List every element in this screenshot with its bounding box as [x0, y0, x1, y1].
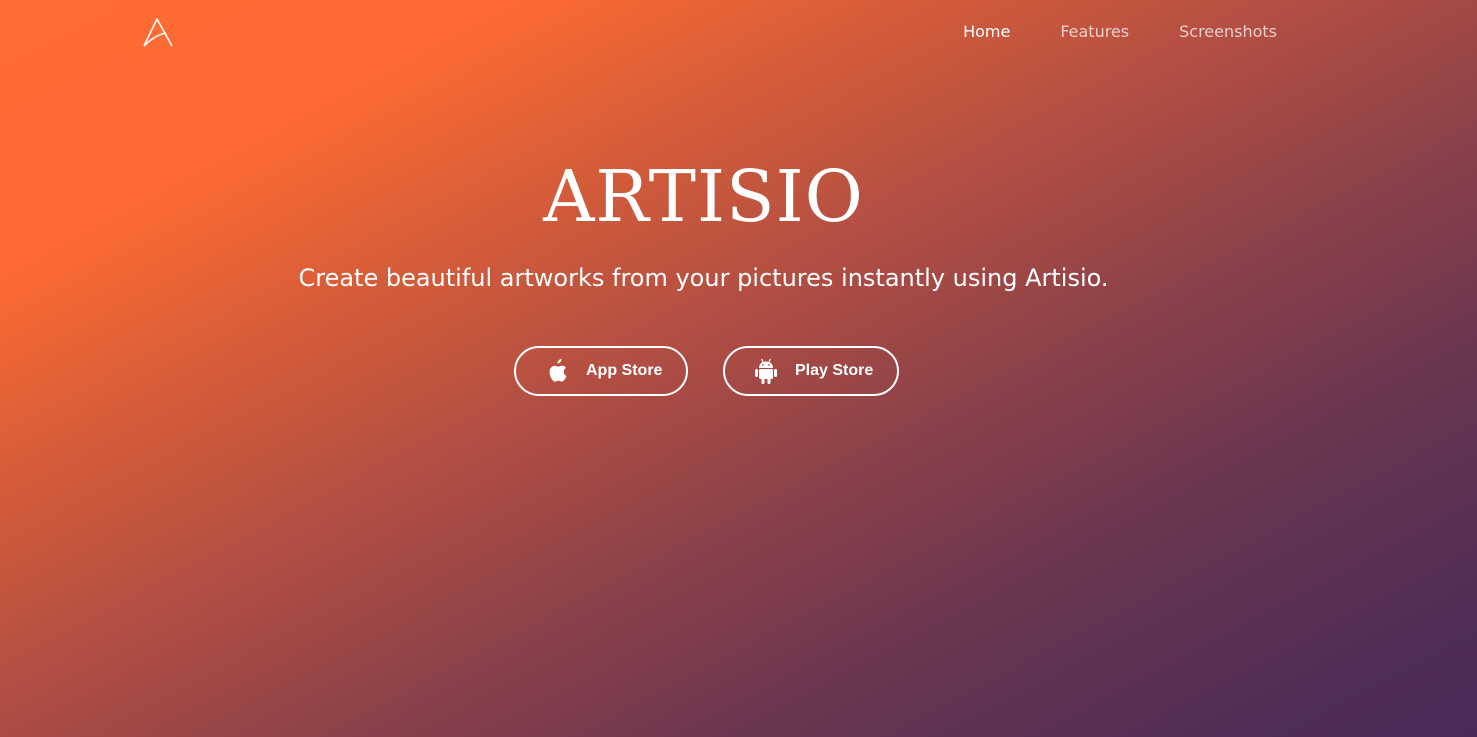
main-nav: Home Features Screenshots: [963, 20, 1277, 44]
hero-tagline: Create beautiful artworks from your pict…: [298, 264, 1109, 292]
artisio-logo-icon[interactable]: [140, 16, 174, 48]
apple-icon: [544, 357, 570, 385]
nav-features-link[interactable]: Features: [1060, 20, 1129, 44]
android-icon: [753, 357, 779, 385]
play-store-button[interactable]: Play Store: [723, 346, 899, 396]
play-store-label: Play Store: [795, 362, 874, 379]
hero-title: ARTISIO: [543, 155, 864, 238]
nav-screenshots-link[interactable]: Screenshots: [1179, 20, 1277, 44]
nav-home-link[interactable]: Home: [963, 20, 1010, 44]
app-store-button[interactable]: App Store: [514, 346, 688, 396]
app-store-label: App Store: [586, 362, 663, 379]
